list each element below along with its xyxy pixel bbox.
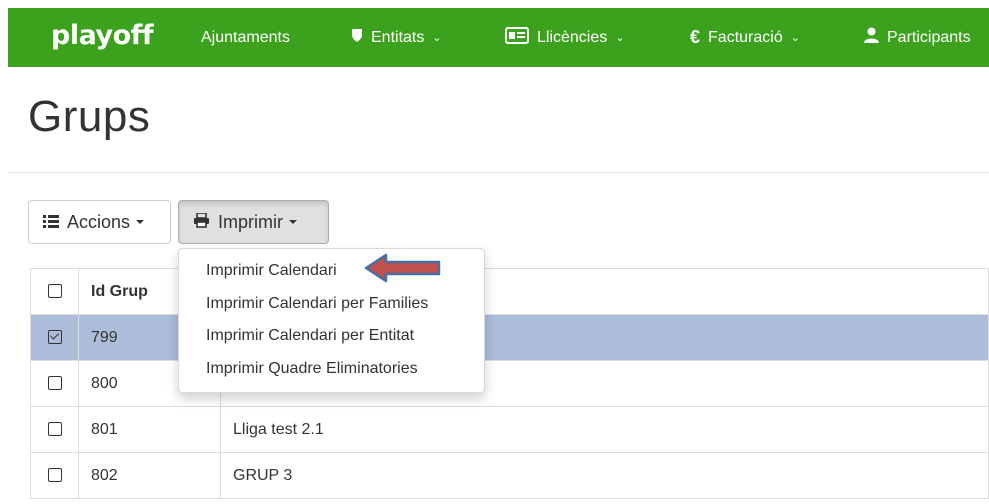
nav-label: Participants [887,28,971,46]
shield-icon [351,28,363,48]
table-row[interactable]: 801 Lliga test 2.1 [30,406,989,453]
nav-item-ajuntaments[interactable]: Ajuntaments [201,8,290,67]
nav-label: Ajuntaments [201,28,290,46]
page-title: Grups [28,92,151,141]
nav-item-entitats[interactable]: Entitats ⌄ [351,8,442,67]
groups-table: Id Grup 799 800 801 Lliga test 2.1 802 G… [30,268,989,499]
nav-item-llicencies[interactable]: Llicències ⌄ [505,8,624,67]
printer-icon [193,211,210,233]
print-label: Imprimir [218,211,283,232]
nav-label: Llicències [537,28,608,46]
row-select-cell[interactable] [30,452,79,499]
row-checkbox[interactable] [47,330,62,345]
row-select-cell[interactable] [30,406,79,453]
row-checkbox[interactable] [47,468,62,483]
chevron-down-icon: ⌄ [615,32,625,44]
top-navbar: playoff Ajuntaments Entitats ⌄ Llicèncie… [8,8,989,67]
caret-down-icon [289,220,297,224]
chevron-down-icon: ⌄ [432,32,442,44]
table-row[interactable]: 802 GRUP 3 [30,452,989,499]
cell-id: 801 [78,406,221,453]
menu-item-print-knockout-bracket[interactable]: Imprimir Quadre Eliminatories [179,353,484,386]
cell-name: GRUP 3 [220,452,989,499]
row-select-cell[interactable] [30,314,79,361]
cell-id: 802 [78,452,221,499]
caret-down-icon [136,220,145,224]
select-all-header[interactable] [30,268,79,315]
nav-item-participants[interactable]: Participants [864,8,971,67]
list-icon [43,212,59,233]
nav-label: Facturació [708,28,783,46]
brand-logo[interactable]: playoff [51,20,154,51]
table-header-row: Id Grup [30,268,989,315]
nav-item-facturacio[interactable]: € Facturació ⌄ [690,8,800,67]
menu-item-print-calendar-families[interactable]: Imprimir Calendari per Families [179,288,484,321]
row-checkbox[interactable] [47,376,62,391]
cell-name: Lliga test 2.1 [220,406,989,453]
id-card-icon [505,26,529,49]
divider [8,172,989,173]
row-select-cell[interactable] [30,360,79,407]
nav-label: Entitats [371,28,425,46]
menu-item-print-calendar-entity[interactable]: Imprimir Calendari per Entitat [179,320,484,353]
row-checkbox[interactable] [47,422,62,437]
table-row[interactable]: 799 [30,314,989,361]
annotation-arrow-icon [364,253,441,283]
user-icon [864,27,879,48]
table-row[interactable]: 800 [30,360,989,407]
actions-label: Accions [67,211,131,232]
select-all-checkbox[interactable] [47,284,62,299]
actions-button[interactable]: Accions [28,200,171,244]
chevron-down-icon: ⌄ [790,32,800,44]
euro-icon: € [690,27,701,47]
print-button[interactable]: Imprimir [178,200,329,244]
